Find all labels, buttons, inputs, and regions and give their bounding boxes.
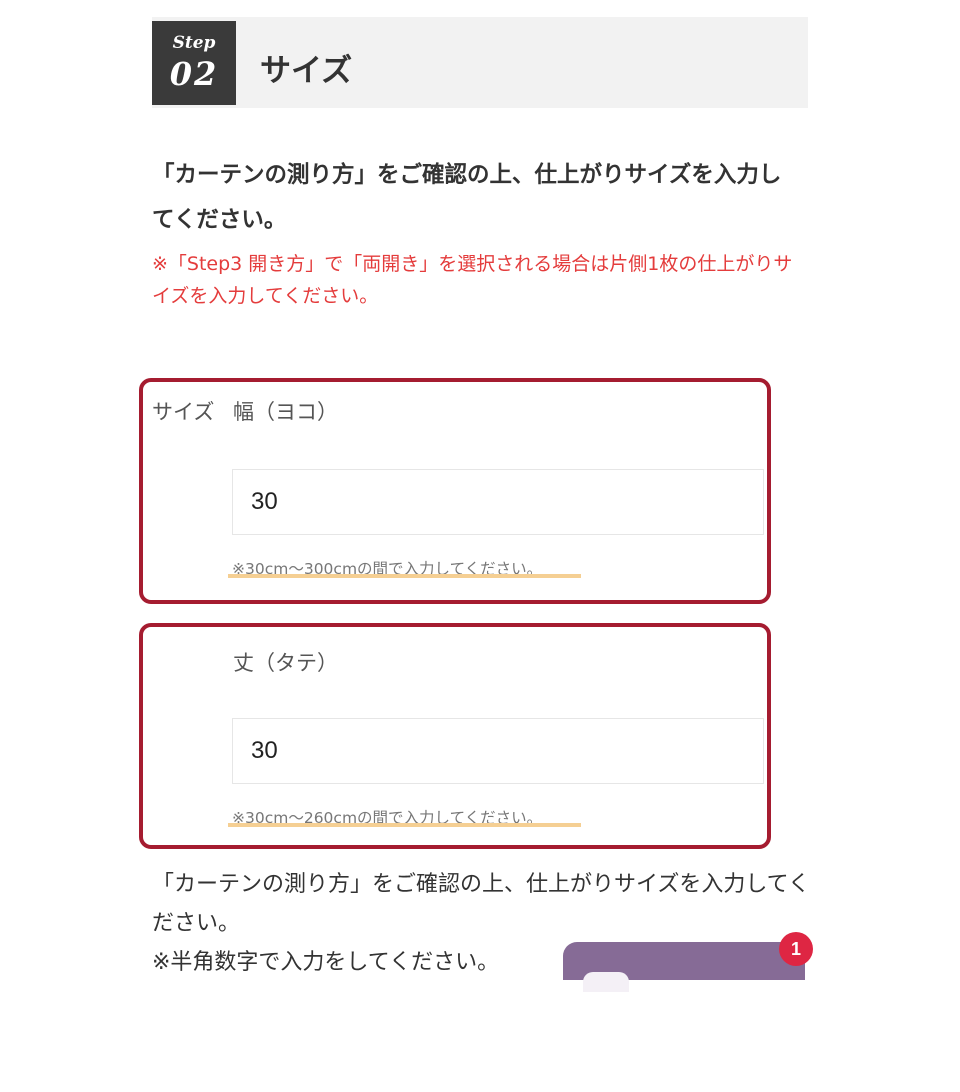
step-number: 02: [169, 55, 219, 93]
chat-widget[interactable]: [563, 942, 805, 992]
height-hint-underline: [228, 823, 581, 827]
chat-icon: [583, 972, 629, 992]
height-label: 丈（タテ）: [233, 651, 338, 675]
size-label: サイズ: [152, 400, 215, 424]
height-input[interactable]: [232, 718, 764, 784]
intro-text: 「カーテンの測り方」をご確認の上、仕上がりサイズを入力してください。: [152, 162, 782, 233]
split-open-notice: ※「Step3 開き方」で「両開き」を選択される場合は片側1枚の仕上がりサイズを…: [152, 253, 793, 307]
width-hint-underline: [228, 574, 581, 578]
chat-notification-badge[interactable]: 1: [779, 932, 813, 966]
width-label: 幅（ヨコ）: [233, 400, 338, 424]
section-title: サイズ: [260, 53, 353, 89]
step-header: Step 02 サイズ: [152, 17, 808, 108]
width-input[interactable]: [232, 469, 764, 535]
step-badge: Step 02: [152, 21, 236, 105]
footer-line-measure: 「カーテンの測り方」をご確認の上、仕上がりサイズを入力してください。: [152, 872, 811, 936]
step-word: Step: [172, 33, 216, 53]
